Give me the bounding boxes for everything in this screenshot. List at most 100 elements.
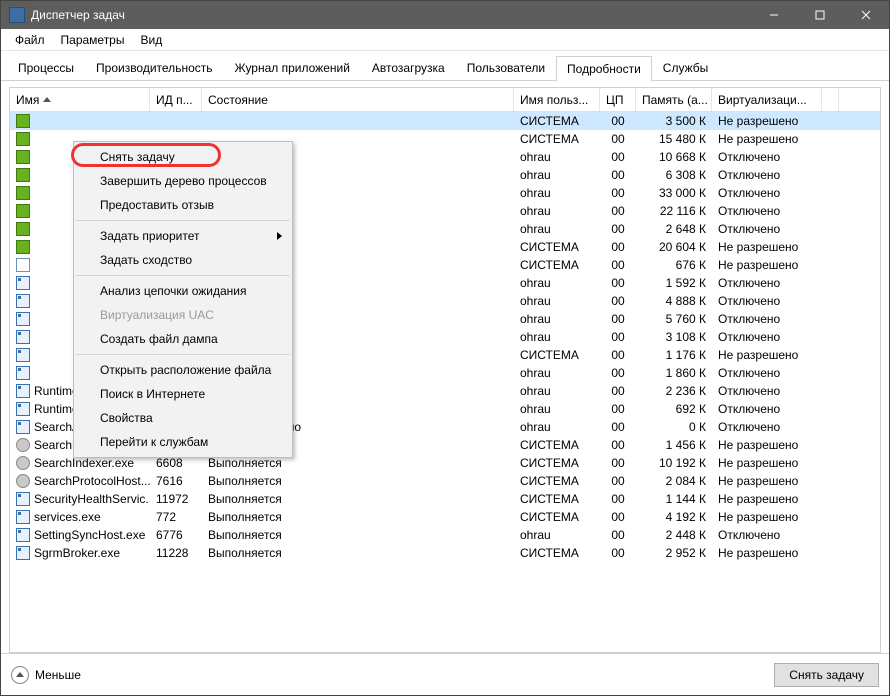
- cell-cpu: 00: [600, 330, 636, 344]
- tabstrip: Процессы Производительность Журнал прило…: [1, 51, 889, 81]
- cell-cpu: 00: [600, 258, 636, 272]
- ctx-affinity[interactable]: Задать сходство: [74, 248, 292, 272]
- col-mem[interactable]: Память (а...: [636, 88, 712, 111]
- cell-cpu: 00: [600, 114, 636, 128]
- cell-virt: Не разрешено: [712, 492, 822, 506]
- cell-virt: Не разрешено: [712, 240, 822, 254]
- cell-cpu: 00: [600, 510, 636, 524]
- cell-cpu: 00: [600, 276, 636, 290]
- tab-processes[interactable]: Процессы: [7, 55, 85, 80]
- fewer-details-button[interactable]: Меньше: [11, 666, 81, 684]
- cell-mem: 1 176 К: [636, 348, 712, 362]
- table-row[interactable]: SearchProtocolHost...7616ВыполняетсяСИСТ…: [10, 472, 880, 490]
- ctx-end-tree[interactable]: Завершить дерево процессов: [74, 169, 292, 193]
- cell-pid: 772: [150, 510, 202, 524]
- cell-virt: Не разрешено: [712, 546, 822, 560]
- cell-mem: 1 144 К: [636, 492, 712, 506]
- cell-mem: 10 192 К: [636, 456, 712, 470]
- ctx-dump[interactable]: Создать файл дампа: [74, 327, 292, 351]
- process-icon: [16, 294, 30, 308]
- tab-performance[interactable]: Производительность: [85, 55, 223, 80]
- cell-cpu: 00: [600, 384, 636, 398]
- cell-cpu: 00: [600, 222, 636, 236]
- process-icon: [16, 276, 30, 290]
- cell-cpu: 00: [600, 456, 636, 470]
- tab-services[interactable]: Службы: [652, 55, 719, 80]
- cell-user: ohrau: [514, 168, 600, 182]
- cell-state: Выполняется: [202, 510, 514, 524]
- cell-mem: 1 456 К: [636, 438, 712, 452]
- process-icon: [16, 114, 30, 128]
- cell-mem: 2 952 К: [636, 546, 712, 560]
- ctx-feedback[interactable]: Предоставить отзыв: [74, 193, 292, 217]
- ctx-end-task[interactable]: Снять задачу: [74, 145, 292, 169]
- tab-startup[interactable]: Автозагрузка: [361, 55, 456, 80]
- cell-pid: 6776: [150, 528, 202, 542]
- tab-apphistory[interactable]: Журнал приложений: [224, 55, 361, 80]
- ctx-open-location[interactable]: Открыть расположение файла: [74, 358, 292, 382]
- cell-virt: Не разрешено: [712, 132, 822, 146]
- process-name: SearchProtocolHost...: [34, 474, 150, 488]
- cell-user: ohrau: [514, 186, 600, 200]
- ctx-properties[interactable]: Свойства: [74, 406, 292, 430]
- cell-cpu: 00: [600, 438, 636, 452]
- cell-user: СИСТЕМА: [514, 546, 600, 560]
- cell-user: СИСТЕМА: [514, 114, 600, 128]
- table-row[interactable]: SgrmBroker.exe11228ВыполняетсяСИСТЕМА002…: [10, 544, 880, 562]
- cell-user: СИСТЕМА: [514, 474, 600, 488]
- minimize-button[interactable]: [751, 1, 797, 29]
- cell-cpu: 00: [600, 204, 636, 218]
- cell-cpu: 00: [600, 366, 636, 380]
- cell-user: СИСТЕМА: [514, 456, 600, 470]
- cell-mem: 4 192 К: [636, 510, 712, 524]
- cell-cpu: 00: [600, 348, 636, 362]
- cell-user: ohrau: [514, 366, 600, 380]
- cell-mem: 4 888 К: [636, 294, 712, 308]
- process-icon: [16, 222, 30, 236]
- table-row[interactable]: services.exe772ВыполняетсяСИСТЕМА004 192…: [10, 508, 880, 526]
- process-icon: [16, 132, 30, 146]
- cell-virt: Не разрешено: [712, 114, 822, 128]
- col-user[interactable]: Имя польз...: [514, 88, 600, 111]
- cell-pid: 6608: [150, 456, 202, 470]
- cell-user: ohrau: [514, 150, 600, 164]
- app-icon: [9, 7, 25, 23]
- ctx-priority[interactable]: Задать приоритет: [74, 224, 292, 248]
- maximize-button[interactable]: [797, 1, 843, 29]
- col-pid[interactable]: ИД п...: [150, 88, 202, 111]
- process-icon: [16, 474, 30, 488]
- cell-mem: 22 116 К: [636, 204, 712, 218]
- menu-options[interactable]: Параметры: [53, 31, 133, 49]
- table-row[interactable]: SecurityHealthServic...11972ВыполняетсяС…: [10, 490, 880, 508]
- tab-details[interactable]: Подробности: [556, 56, 652, 81]
- tab-users[interactable]: Пользователи: [456, 55, 556, 80]
- end-task-button[interactable]: Снять задачу: [774, 663, 879, 687]
- cell-mem: 1 592 К: [636, 276, 712, 290]
- process-name: SecurityHealthServic...: [34, 492, 150, 506]
- cell-cpu: 00: [600, 546, 636, 560]
- col-cpu[interactable]: ЦП: [600, 88, 636, 111]
- cell-user: ohrau: [514, 384, 600, 398]
- cell-pid: 11228: [150, 546, 202, 560]
- menu-view[interactable]: Вид: [132, 31, 170, 49]
- menu-file[interactable]: Файл: [7, 31, 53, 49]
- cell-state: Выполняется: [202, 528, 514, 542]
- ctx-wait-chain[interactable]: Анализ цепочки ожидания: [74, 279, 292, 303]
- close-button[interactable]: [843, 1, 889, 29]
- fewer-details-label: Меньше: [35, 668, 81, 682]
- col-state[interactable]: Состояние: [202, 88, 514, 111]
- grid-header: Имя ИД п... Состояние Имя польз... ЦП Па…: [10, 88, 880, 112]
- process-name: SettingSyncHost.exe: [34, 528, 145, 542]
- cell-virt: Отключено: [712, 330, 822, 344]
- table-row[interactable]: SettingSyncHost.exe6776Выполняетсяohrau0…: [10, 526, 880, 544]
- col-name[interactable]: Имя: [10, 88, 150, 111]
- cell-pid: 7616: [150, 474, 202, 488]
- titlebar[interactable]: Диспетчер задач: [1, 1, 889, 29]
- process-icon: [16, 384, 30, 398]
- ctx-search-online[interactable]: Поиск в Интернете: [74, 382, 292, 406]
- col-virt[interactable]: Виртуализаци...: [712, 88, 822, 111]
- chevron-up-icon: [11, 666, 29, 684]
- cell-cpu: 00: [600, 294, 636, 308]
- ctx-goto-services[interactable]: Перейти к службам: [74, 430, 292, 454]
- table-row[interactable]: СИСТЕМА003 500 КНе разрешено: [10, 112, 880, 130]
